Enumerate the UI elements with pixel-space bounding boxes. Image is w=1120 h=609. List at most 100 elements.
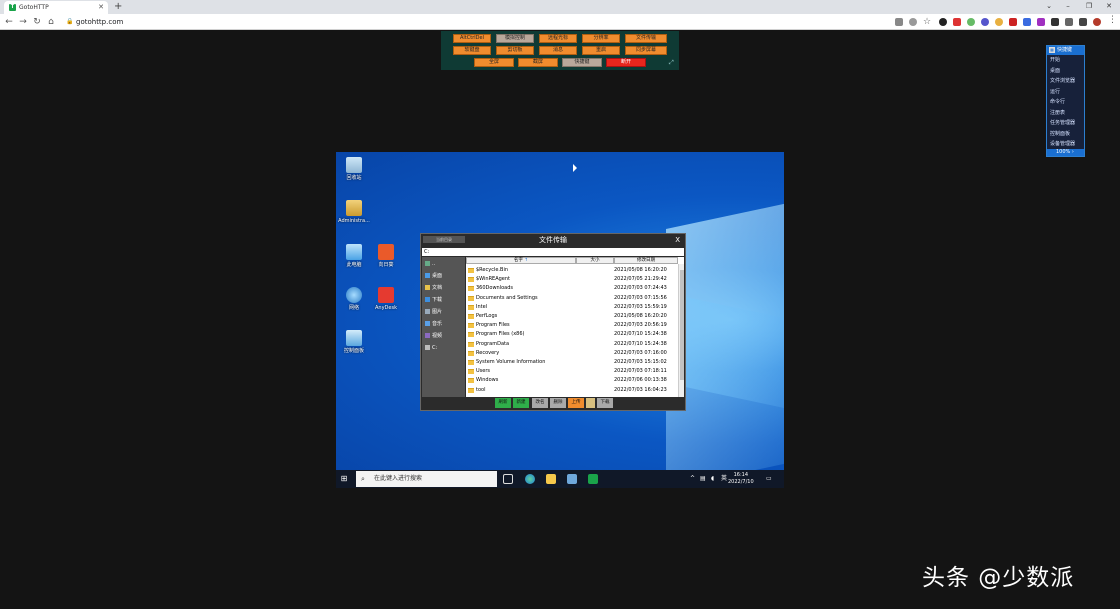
zoom-icon[interactable] (909, 18, 917, 26)
extension-icon[interactable] (967, 18, 975, 26)
restart-button[interactable]: 重启 (582, 46, 620, 55)
table-row[interactable]: $Recycle.Bin 2021/05/08 16:20:20 (466, 266, 678, 275)
sidebar-item-desktop[interactable]: 桌面 (425, 273, 442, 279)
shield-icon[interactable] (1009, 18, 1017, 26)
new-folder-button[interactable]: 新建 (513, 398, 529, 408)
column-header-date[interactable]: 修改日期 (614, 257, 678, 264)
sidebar-item-documents[interactable]: 文档 (425, 285, 442, 291)
resize-handle-icon[interactable]: ⤢ (669, 59, 674, 67)
table-row[interactable]: PerfLogs 2021/05/08 16:20:20 (466, 312, 678, 321)
table-row[interactable]: Documents and Settings 2022/07/03 07:15:5… (466, 294, 678, 303)
shortcut-button[interactable]: 快捷键 (562, 58, 602, 67)
folder-icon[interactable] (586, 398, 595, 408)
home-icon[interactable]: ⌂ (45, 16, 57, 28)
sidebar-item-downloads[interactable]: 下载 (425, 297, 442, 303)
path-input[interactable]: C: (422, 248, 684, 256)
desktop-icon-recycle-bin[interactable]: 回收站 (336, 157, 372, 181)
screenshot-button[interactable]: 截屏 (518, 58, 558, 67)
shortcut-item-run[interactable]: 运行 (1050, 88, 1060, 96)
close-icon[interactable]: X (675, 234, 680, 247)
taskbar-clock[interactable]: 16:14 2022/7/10 (728, 472, 754, 486)
table-row[interactable]: ProgramData 2022/07/10 15:24:38 (466, 340, 678, 349)
soft-keyboard-button[interactable]: 软键盘 (453, 46, 491, 55)
file-transfer-button[interactable]: 文件传输 (625, 34, 667, 43)
shortcut-item-desktop[interactable]: 桌面 (1050, 67, 1060, 75)
extension-icon[interactable] (995, 18, 1003, 26)
shortcut-item-device-manager[interactable]: 设备管理器 (1050, 140, 1075, 148)
extension-icon[interactable] (1051, 18, 1059, 26)
table-row[interactable]: Intel 2022/07/03 15:59:19 (466, 303, 678, 312)
shortcut-menu-header[interactable]: ▦ 快捷键 (1047, 46, 1084, 55)
sidebar-item-videos[interactable]: 视频 (425, 333, 442, 339)
volume-icon[interactable]: ◖ (711, 470, 714, 488)
notification-icon[interactable]: ▭ (766, 470, 772, 488)
upload-button[interactable]: 上传 (568, 398, 584, 408)
chevron-down-icon[interactable]: ⌄ (1041, 0, 1057, 13)
forward-icon[interactable]: → (17, 16, 29, 28)
download-button[interactable]: 下载 (597, 398, 613, 408)
gotohttp-icon[interactable] (588, 474, 598, 484)
desktop-icon-this-pc[interactable]: 此电脑 (336, 244, 372, 268)
desktop-icon-anydesk[interactable]: AnyDesk (368, 287, 404, 311)
desktop-icon-control-panel[interactable]: 控制面板 (336, 330, 372, 354)
scrollbar-thumb[interactable] (680, 270, 684, 380)
sync-screen-button[interactable]: 同步屏幕 (625, 46, 667, 55)
table-row[interactable]: $WinREAgent 2022/07/05 21:29:42 (466, 275, 678, 284)
table-row[interactable]: Recovery 2022/07/03 07:16:00 (466, 349, 678, 358)
new-tab-icon[interactable]: + (114, 0, 122, 14)
desktop-icon-network[interactable]: 网络 (336, 287, 372, 311)
taskbar-search-box[interactable]: ⌕ 在此键入进行搜索 (356, 471, 497, 487)
network-status-icon[interactable]: ▤ (700, 470, 706, 488)
sidebar-item-music[interactable]: 音乐 (425, 321, 442, 327)
avatar[interactable] (1093, 18, 1101, 26)
file-list-scrollbar[interactable] (678, 264, 684, 397)
simulate-control-button[interactable]: 模拟控制 (496, 34, 534, 43)
windows-start-icon[interactable]: ⊞ (339, 474, 349, 484)
zoom-level[interactable]: 100% › (1047, 149, 1084, 156)
close-tab-icon[interactable]: ✕ (98, 1, 104, 14)
desktop-icon-admin[interactable]: Administra... (336, 200, 372, 224)
reload-icon[interactable]: ↻ (31, 16, 43, 28)
menu-icon[interactable]: ⋮ (1108, 15, 1117, 25)
shortcut-item-regedit[interactable]: 注册表 (1050, 109, 1065, 117)
minimize-icon[interactable]: – (1060, 0, 1076, 13)
extension-icon[interactable] (1023, 18, 1031, 26)
restore-icon[interactable]: ❐ (1081, 0, 1097, 13)
shortcut-item-start[interactable]: 开始 (1050, 56, 1060, 64)
column-header-name[interactable]: 名字 ↑ (466, 257, 576, 264)
rename-button[interactable]: 改名 (532, 398, 548, 408)
extension-icon[interactable] (1037, 18, 1045, 26)
disconnect-button[interactable]: 断开 (606, 58, 646, 67)
shortcut-item-control-panel[interactable]: 控制面板 (1050, 130, 1070, 138)
fullscreen-button[interactable]: 全屏 (474, 58, 514, 67)
refresh-button[interactable]: 刷新 (495, 398, 511, 408)
input-language[interactable]: 英 (721, 470, 727, 488)
bookmark-star-icon[interactable]: ☆ (923, 18, 931, 27)
app-icon[interactable] (567, 474, 577, 484)
browser-tab[interactable]: T GotoHTTP ✕ (4, 1, 108, 14)
table-row[interactable]: Windows 2022/07/06 00:13:38 (466, 376, 678, 385)
table-row[interactable]: System Volume Information 2022/07/03 15:1… (466, 358, 678, 367)
address-bar[interactable]: 🔒 gotohttp.com (64, 16, 884, 28)
clipboard-button[interactable]: 剪切板 (496, 46, 534, 55)
table-row[interactable]: Users 2022/07/03 07:18:11 (466, 367, 678, 376)
altctrldel-button[interactable]: AltCtrlDel (453, 34, 491, 43)
share-icon[interactable] (895, 18, 903, 26)
column-header-size[interactable]: 大小 (576, 257, 614, 264)
sidepanel-icon[interactable] (1079, 18, 1087, 26)
shortcut-item-taskmgr[interactable]: 任务管理器 (1050, 119, 1075, 127)
tray-expand-icon[interactable]: ^ (690, 470, 695, 488)
table-row[interactable]: Program Files 2022/07/03 20:56:19 (466, 321, 678, 330)
task-view-icon[interactable] (503, 474, 513, 484)
edge-icon[interactable] (525, 474, 535, 484)
extension-icon[interactable] (981, 18, 989, 26)
table-row[interactable]: Program Files (x86) 2022/07/10 15:24:38 (466, 330, 678, 339)
delete-button[interactable]: 删除 (550, 398, 566, 408)
file-explorer-icon[interactable] (546, 474, 556, 484)
sidebar-item-parent[interactable]: .. (425, 261, 435, 267)
extension-icon[interactable] (939, 18, 947, 26)
shortcut-item-cmd[interactable]: 命令行 (1050, 98, 1065, 106)
message-button[interactable]: 消息 (539, 46, 577, 55)
back-icon[interactable]: ← (3, 16, 15, 28)
close-window-icon[interactable]: ✕ (1101, 0, 1117, 13)
